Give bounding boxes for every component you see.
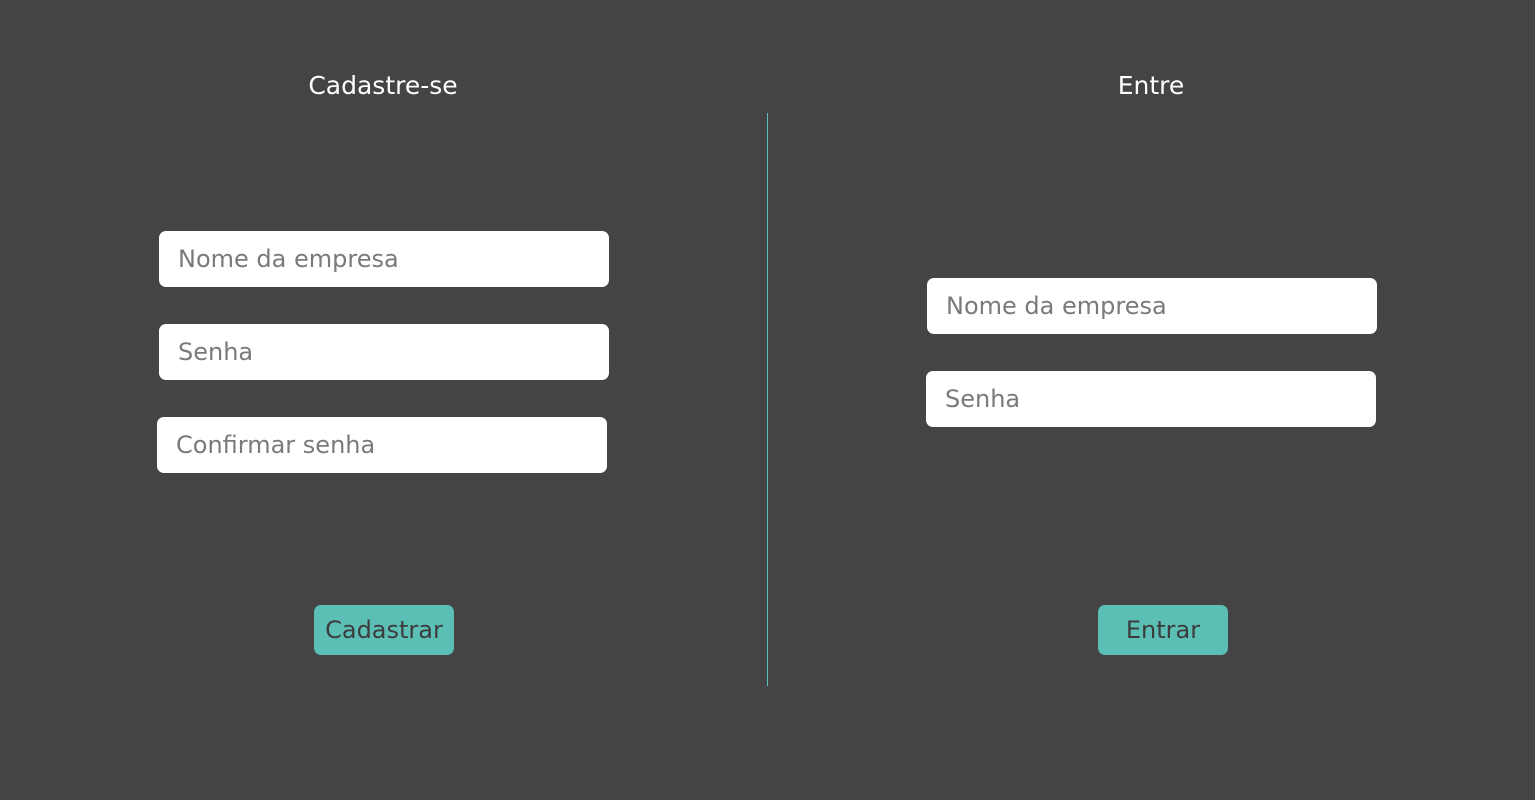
panel-divider bbox=[767, 113, 768, 686]
login-button[interactable]: Entrar bbox=[1098, 605, 1228, 655]
login-company-name-input[interactable] bbox=[927, 278, 1377, 334]
signup-title: Cadastre-se bbox=[308, 71, 458, 100]
signup-password-input[interactable] bbox=[159, 324, 609, 380]
signup-company-name-input[interactable] bbox=[159, 231, 609, 287]
signup-confirm-password-input[interactable] bbox=[157, 417, 607, 473]
login-password-input[interactable] bbox=[926, 371, 1376, 427]
login-title: Entre bbox=[1117, 71, 1185, 100]
signup-button[interactable]: Cadastrar bbox=[314, 605, 454, 655]
